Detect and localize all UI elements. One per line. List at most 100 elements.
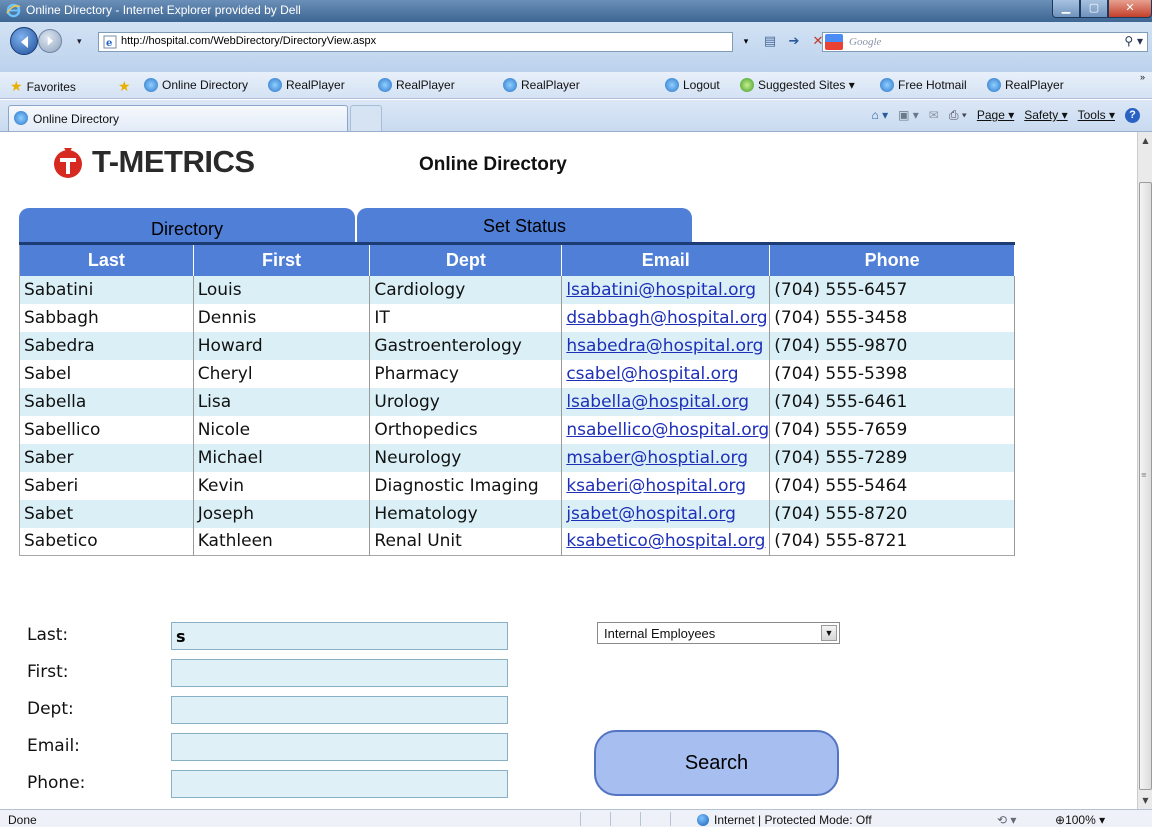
- protected-mode-icon[interactable]: ⟲ ▾: [997, 813, 1016, 827]
- go-arrow-icon[interactable]: ➔: [783, 32, 805, 52]
- help-icon[interactable]: ?: [1125, 108, 1140, 123]
- tab-set-status[interactable]: Set Status: [357, 208, 692, 242]
- favorite-link-realplayer[interactable]: RealPlayer: [268, 78, 345, 92]
- email-link[interactable]: csabel@hospital.org: [566, 364, 738, 384]
- safety-menu[interactable]: Safety ▾: [1024, 108, 1067, 123]
- search-field[interactable]: Google ⚲ ▾: [822, 32, 1148, 52]
- table-row[interactable]: Sabatini Louis Cardiology lsabatini@hospita…: [19, 275, 1015, 304]
- zoom-control[interactable]: ⊕100% ▾: [1055, 813, 1105, 827]
- favorite-link-realplayer[interactable]: RealPlayer: [987, 78, 1064, 92]
- print-icon[interactable]: ⎙ ▾: [949, 108, 967, 123]
- close-button[interactable]: ✕: [1108, 0, 1152, 18]
- email-link[interactable]: nsabellico@hospital.org: [566, 420, 768, 440]
- browser-tab-online-directory[interactable]: Online Directory: [8, 105, 348, 131]
- mail-icon[interactable]: ✉: [929, 108, 939, 123]
- cell-phone: (704) 555-6457: [769, 275, 1015, 304]
- favorite-link-realplayer[interactable]: RealPlayer: [503, 78, 580, 92]
- cell-dept: Urology: [369, 387, 563, 416]
- favorites-star-icon: ★: [10, 78, 23, 94]
- favorite-link-online-directory[interactable]: Online Directory: [144, 78, 248, 92]
- forward-arrow-icon: [47, 36, 53, 46]
- scroll-up-icon[interactable]: ▲: [1138, 132, 1152, 149]
- table-row[interactable]: Saberi Kevin Diagnostic Imaging ksaberi@hos…: [19, 471, 1015, 500]
- phone-input[interactable]: [171, 770, 508, 798]
- cell-email: lsabella@hospital.org: [561, 387, 771, 416]
- column-header-dept[interactable]: Dept: [369, 242, 563, 276]
- email-link[interactable]: dsabbagh@hospital.org: [566, 308, 767, 328]
- favorite-link-suggested-sites[interactable]: Suggested Sites ▾: [740, 78, 855, 92]
- search-magnifier-icon[interactable]: ⚲ ▾: [1124, 34, 1143, 48]
- table-row[interactable]: Sabella Lisa Urology lsabella@hospital.org (…: [19, 387, 1015, 416]
- column-header-phone[interactable]: Phone: [769, 242, 1015, 276]
- home-icon[interactable]: ⌂ ▾: [871, 108, 888, 123]
- table-row[interactable]: Sabet Joseph Hematology jsabet@hospital.org…: [19, 499, 1015, 528]
- employee-type-select[interactable]: Internal Employees ▼: [597, 622, 840, 644]
- compatibility-view-icon[interactable]: ▤: [759, 32, 781, 52]
- email-link[interactable]: lsabella@hospital.org: [566, 392, 749, 412]
- table-row[interactable]: Saber Michael Neurology msaber@hosptial.org…: [19, 443, 1015, 472]
- cell-dept: Cardiology: [369, 275, 563, 304]
- maximize-button[interactable]: ▢: [1080, 0, 1108, 18]
- favorite-link-free-hotmail[interactable]: Free Hotmail: [880, 78, 967, 92]
- recent-pages-dropdown-icon[interactable]: ▾: [77, 37, 82, 47]
- new-tab-button[interactable]: [350, 105, 382, 131]
- table-row[interactable]: Sabbagh Dennis IT dsabbagh@hospital.org (704…: [19, 303, 1015, 332]
- ie-page-icon: [880, 78, 894, 92]
- tab-directory[interactable]: Directory: [19, 208, 355, 242]
- add-favorites-icon[interactable]: ★: [118, 78, 135, 95]
- email-link[interactable]: ksaberi@hospital.org: [566, 476, 746, 496]
- status-text: Done: [8, 813, 37, 827]
- forward-button[interactable]: [38, 29, 62, 53]
- table-row[interactable]: Sabel Cheryl Pharmacy csabel@hospital.org (7…: [19, 359, 1015, 388]
- email-link[interactable]: jsabet@hospital.org: [566, 504, 736, 524]
- dept-input[interactable]: [171, 696, 508, 724]
- scrollbar-thumb[interactable]: [1139, 182, 1152, 790]
- address-field[interactable]: e http://hospital.com/WebDirectory/Direc…: [98, 32, 733, 52]
- cell-first: Michael: [193, 443, 371, 472]
- cell-last: Sabet: [19, 499, 194, 528]
- page-menu[interactable]: Page ▾: [977, 108, 1014, 123]
- status-bar: Done Internet | Protected Mode: Off ⟲ ▾ …: [0, 809, 1152, 827]
- cell-dept: Orthopedics: [369, 415, 563, 444]
- last-input[interactable]: [171, 622, 508, 650]
- table-row[interactable]: Sabetico Kathleen Renal Unit ksabetico@hosp…: [19, 527, 1015, 556]
- tab-command-bar: Online Directory ⌂ ▾ ▣ ▾ ✉ ⎙ ▾ Page ▾ Sa…: [0, 100, 1152, 132]
- column-header-email[interactable]: Email: [561, 242, 771, 276]
- security-zone[interactable]: Internet | Protected Mode: Off: [697, 813, 872, 827]
- vertical-scrollbar[interactable]: ▲ ≡ ▼: [1137, 132, 1152, 809]
- column-header-first[interactable]: First: [193, 242, 371, 276]
- table-row[interactable]: Sabedra Howard Gastroenterology hsabedra@ho…: [19, 331, 1015, 360]
- email-link[interactable]: hsabedra@hospital.org: [566, 336, 763, 356]
- email-input[interactable]: [171, 733, 508, 761]
- cell-last: Saber: [19, 443, 194, 472]
- favorites-overflow-icon[interactable]: »: [1140, 72, 1145, 82]
- back-button[interactable]: [10, 27, 38, 55]
- email-link[interactable]: lsabatini@hospital.org: [566, 280, 756, 300]
- favorites-button[interactable]: ★ Favorites: [10, 78, 76, 95]
- ie-page-icon: [665, 78, 679, 92]
- cell-dept: Pharmacy: [369, 359, 563, 388]
- tools-menu[interactable]: Tools ▾: [1078, 108, 1115, 123]
- favorite-link-logout[interactable]: Logout: [665, 78, 720, 92]
- search-button[interactable]: Search: [594, 730, 839, 796]
- email-link[interactable]: ksabetico@hospital.org: [566, 531, 765, 551]
- feeds-icon[interactable]: ▣ ▾: [898, 108, 919, 123]
- address-dropdown-icon[interactable]: ▾: [735, 32, 757, 52]
- cell-phone: (704) 555-7289: [769, 443, 1015, 472]
- favorite-link-realplayer[interactable]: RealPlayer: [378, 78, 455, 92]
- minimize-button[interactable]: ▁: [1052, 0, 1080, 18]
- status-divider: [640, 812, 641, 826]
- cell-last: Sabellico: [19, 415, 194, 444]
- cell-first: Lisa: [193, 387, 371, 416]
- label-last: Last:: [27, 625, 69, 645]
- email-link[interactable]: msaber@hosptial.org: [566, 448, 748, 468]
- table-row[interactable]: Sabellico Nicole Orthopedics nsabellico@hos…: [19, 415, 1015, 444]
- browser-window: Online Directory - Internet Explorer pro…: [0, 0, 1152, 827]
- chevron-down-icon[interactable]: ▼: [821, 625, 837, 641]
- scroll-grip-icon: ≡: [1141, 471, 1147, 479]
- cell-first: Louis: [193, 275, 371, 304]
- column-header-last[interactable]: Last: [19, 242, 194, 276]
- first-input[interactable]: [171, 659, 508, 687]
- cell-email: ksabetico@hospital.org: [561, 527, 771, 556]
- scroll-down-icon[interactable]: ▼: [1138, 792, 1152, 809]
